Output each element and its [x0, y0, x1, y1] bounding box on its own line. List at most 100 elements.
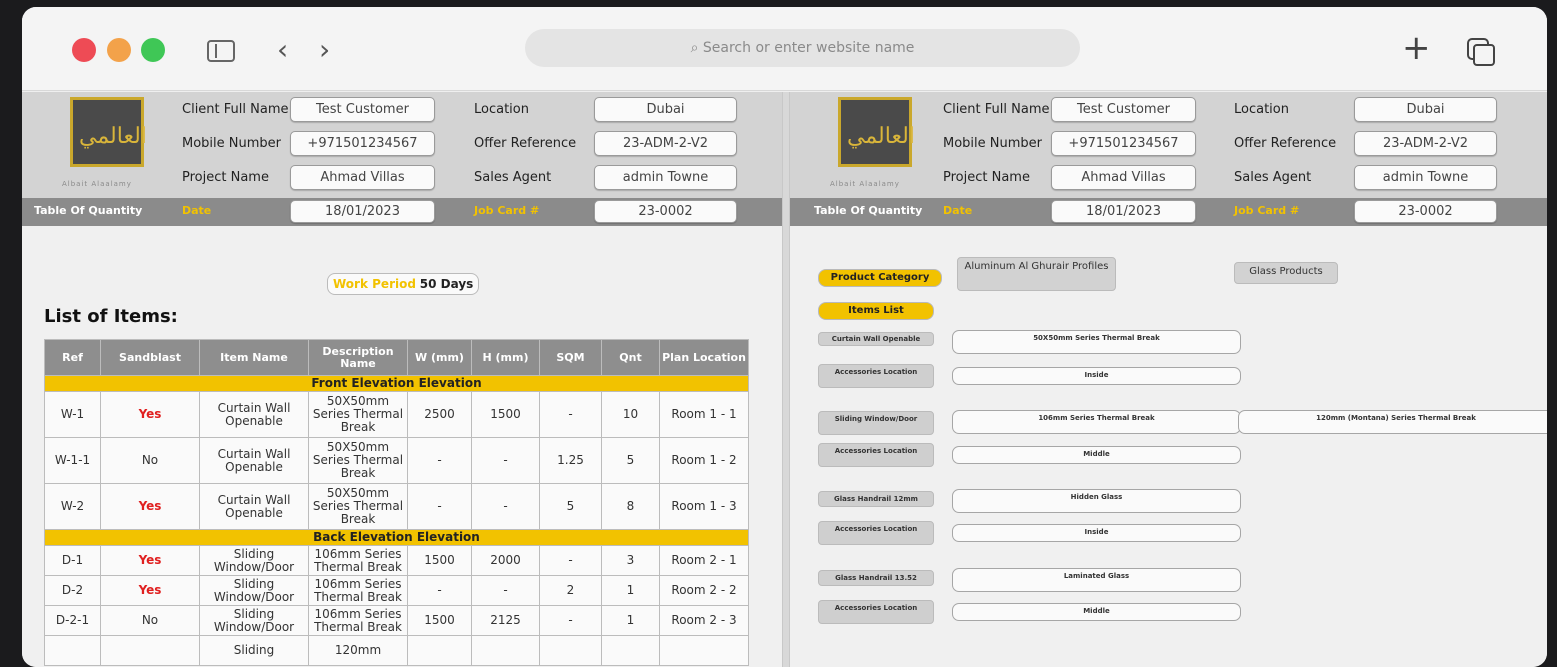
forward-arrow-icon[interactable]: ›	[319, 35, 330, 65]
cell-description: 106mm Series Thermal Break	[308, 545, 408, 576]
browser-window: ‹ › ⌕ Search or enter website name + الع…	[22, 7, 1547, 667]
sales-agent-label: Sales Agent	[1234, 170, 1312, 185]
cell-qnt: 1	[601, 575, 660, 606]
offer-reference-field[interactable]: 23-ADM-2-V2	[1354, 131, 1497, 156]
col-plan-location: Plan Location	[659, 339, 749, 376]
cell-width: 1500	[407, 545, 472, 576]
project-name-field[interactable]: Ahmad Villas	[290, 165, 435, 190]
cell-sqm: 1.25	[539, 437, 602, 484]
project-name-field[interactable]: Ahmad Villas	[1051, 165, 1196, 190]
cell-qnt: 10	[601, 391, 660, 438]
cell-plan-location: Room 1 - 3	[659, 483, 749, 530]
cell-ref	[44, 635, 101, 666]
items-table: Ref Sandblast Item Name Description Name…	[44, 339, 749, 666]
option-button[interactable]: Middle	[952, 603, 1241, 621]
close-window-button[interactable]	[72, 38, 96, 62]
new-tab-icon[interactable]: +	[1402, 31, 1431, 65]
cell-qnt: 8	[601, 483, 660, 530]
mobile-field[interactable]: +971501234567	[290, 131, 435, 156]
mobile-label: Mobile Number	[182, 136, 281, 151]
category-glass-button[interactable]: Glass Products	[1234, 262, 1338, 284]
option-button[interactable]: Hidden Glass	[952, 489, 1241, 513]
job-card-label: Job Card #	[474, 204, 540, 217]
option-button[interactable]: 106mm Series Thermal Break	[952, 410, 1241, 434]
cell-sandblast	[100, 635, 200, 666]
table-of-quantity-label: Table Of Quantity	[34, 204, 143, 217]
cell-sqm: -	[539, 391, 602, 438]
table-row: W-2 Yes Curtain Wall Openable 50X50mm Se…	[44, 483, 749, 530]
option-button[interactable]: Inside	[952, 367, 1241, 385]
cell-description: 50X50mm Series Thermal Break	[308, 483, 408, 530]
date-field[interactable]: 18/01/2023	[290, 200, 435, 223]
project-name-label: Project Name	[182, 170, 269, 185]
cell-width: -	[407, 483, 472, 530]
group-label: Sliding Window/Door	[818, 411, 934, 435]
tab-overview-icon[interactable]	[1467, 38, 1495, 66]
date-label: Date	[943, 204, 973, 217]
group-label: Glass Handrail 12mm	[818, 491, 934, 507]
cell-ref: W-1	[44, 391, 101, 438]
cell-plan-location: Room 2 - 3	[659, 605, 749, 636]
cell-qnt: 1	[601, 605, 660, 636]
cell-sandblast: Yes	[100, 391, 200, 438]
cell-sqm	[539, 635, 602, 666]
sales-agent-field[interactable]: admin Towne	[594, 165, 737, 190]
mobile-field[interactable]: +971501234567	[1051, 131, 1196, 156]
cell-sandblast: Yes	[100, 483, 200, 530]
option-button[interactable]: 120mm (Montana) Series Thermal Break	[1238, 410, 1547, 434]
section-title: Front Elevation Elevation	[44, 375, 749, 392]
job-card-field[interactable]: 23-0002	[594, 200, 737, 223]
address-placeholder: Search or enter website name	[702, 40, 915, 56]
table-row: W-1 Yes Curtain Wall Openable 50X50mm Se…	[44, 391, 749, 438]
cell-plan-location	[659, 635, 749, 666]
address-bar[interactable]: ⌕ Search or enter website name	[525, 29, 1080, 67]
cell-sqm: 2	[539, 575, 602, 606]
list-of-items-title: List of Items:	[44, 306, 178, 327]
col-qnt: Qnt	[601, 339, 660, 376]
cell-width	[407, 635, 472, 666]
info-header: العالمي Albait Alaalamy Client Full Name…	[22, 92, 782, 198]
sales-agent-field[interactable]: admin Towne	[1354, 165, 1497, 190]
left-panel: العالمي Albait Alaalamy Client Full Name…	[22, 92, 782, 667]
date-field[interactable]: 18/01/2023	[1051, 200, 1196, 223]
maximize-window-button[interactable]	[141, 38, 165, 62]
cell-height: 1500	[471, 391, 540, 438]
search-icon: ⌕	[690, 40, 699, 56]
client-name-field[interactable]: Test Customer	[290, 97, 435, 122]
sidebar-toggle-icon[interactable]	[207, 40, 235, 62]
cell-description: 50X50mm Series Thermal Break	[308, 437, 408, 484]
panel-divider[interactable]	[782, 92, 790, 667]
date-label: Date	[182, 204, 212, 217]
cell-qnt: 3	[601, 545, 660, 576]
offer-reference-field[interactable]: 23-ADM-2-V2	[594, 131, 737, 156]
cell-width: -	[407, 437, 472, 484]
group-label: Accessories Location	[818, 521, 934, 545]
cell-plan-location: Room 2 - 2	[659, 575, 749, 606]
option-button[interactable]: 50X50mm Series Thermal Break	[952, 330, 1241, 354]
option-button[interactable]: Inside	[952, 524, 1241, 542]
job-card-field[interactable]: 23-0002	[1354, 200, 1497, 223]
back-arrow-icon[interactable]: ‹	[277, 35, 288, 65]
work-period-label: Work Period	[333, 277, 416, 291]
group-label: Accessories Location	[818, 364, 934, 388]
category-aluminum-button[interactable]: Aluminum Al Ghurair Profiles	[957, 257, 1116, 291]
client-name-field[interactable]: Test Customer	[1051, 97, 1196, 122]
cell-ref: D-1	[44, 545, 101, 576]
offer-reference-label: Offer Reference	[474, 136, 577, 151]
option-button[interactable]: Laminated Glass	[952, 568, 1241, 592]
logo-caption: Albait Alaalamy	[830, 180, 900, 188]
location-field[interactable]: Dubai	[594, 97, 737, 122]
offer-reference-label: Offer Reference	[1234, 136, 1337, 151]
location-field[interactable]: Dubai	[1354, 97, 1497, 122]
cell-width: 2500	[407, 391, 472, 438]
table-row: Sliding 120mm	[44, 635, 749, 666]
cell-description: 120mm	[308, 635, 408, 666]
cell-item-name: Curtain Wall Openable	[199, 483, 309, 530]
table-of-quantity-label: Table Of Quantity	[814, 204, 923, 217]
col-sandblast: Sandblast	[100, 339, 200, 376]
cell-sqm: -	[539, 545, 602, 576]
cell-sqm: 5	[539, 483, 602, 530]
cell-item-name: Sliding	[199, 635, 309, 666]
option-button[interactable]: Middle	[952, 446, 1241, 464]
minimize-window-button[interactable]	[107, 38, 131, 62]
